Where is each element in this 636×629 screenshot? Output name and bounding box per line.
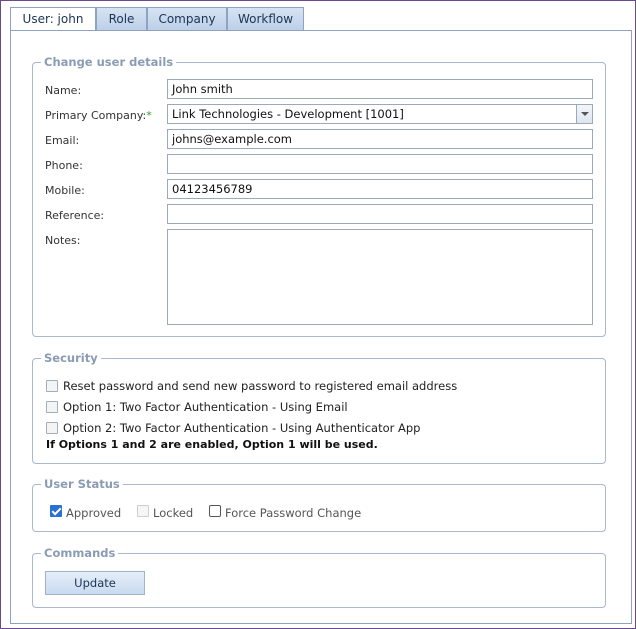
security-note: If Options 1 and 2 are enabled, Option 1…	[46, 438, 378, 451]
notes-label: Notes:	[45, 234, 81, 247]
force-password-change-checkbox[interactable]	[209, 505, 221, 517]
option1-2fa-email-checkbox[interactable]	[46, 401, 58, 413]
force-password-change-label: Force Password Change	[225, 506, 362, 520]
user-status-group: User Status	[32, 477, 606, 532]
option1-2fa-email-label: Option 1: Two Factor Authentication - Us…	[63, 400, 348, 414]
security-legend: Security	[44, 351, 98, 365]
tab-workflow[interactable]: Workflow	[227, 7, 304, 31]
email-label: Email:	[45, 134, 80, 147]
tab-company[interactable]: Company	[147, 7, 227, 31]
commands-legend: Commands	[44, 546, 116, 560]
reference-field[interactable]	[167, 204, 593, 224]
chevron-down-icon[interactable]	[576, 105, 592, 123]
option2-2fa-app-label: Option 2: Two Factor Authentication - Us…	[63, 421, 421, 435]
locked-label: Locked	[153, 506, 194, 520]
tab-user[interactable]: User: john	[10, 7, 96, 32]
company-label: Primary Company:*	[45, 109, 152, 122]
user-status-legend: User Status	[44, 477, 120, 491]
user-details-legend: Change user details	[44, 55, 174, 69]
reference-label: Reference:	[45, 209, 105, 222]
company-select[interactable]: Link Technologies - Development [1001]	[167, 104, 593, 124]
mobile-label: Mobile:	[45, 184, 85, 197]
window-frame: User: john Role Company Workflow Change …	[0, 0, 636, 629]
required-marker: *	[146, 109, 152, 122]
reset-password-label: Reset password and send new password to …	[63, 379, 458, 393]
name-field[interactable]: John smith	[167, 79, 593, 99]
email-field[interactable]: johns@example.com	[167, 129, 593, 149]
mobile-field[interactable]: 04123456789	[167, 179, 593, 199]
reset-password-checkbox[interactable]	[46, 380, 58, 392]
option2-2fa-app-checkbox[interactable]	[46, 422, 58, 434]
name-label: Name:	[45, 84, 82, 97]
locked-checkbox[interactable]	[137, 505, 149, 517]
approved-label: Approved	[66, 506, 122, 520]
phone-field[interactable]	[167, 154, 593, 174]
phone-label: Phone:	[45, 159, 83, 172]
tab-role[interactable]: Role	[96, 7, 147, 31]
approved-checkbox[interactable]	[50, 505, 62, 517]
tab-panel: Change user details Name: John smith Pri…	[10, 30, 632, 624]
notes-textarea[interactable]	[167, 229, 593, 325]
update-button[interactable]: Update	[45, 571, 145, 595]
company-select-value: Link Technologies - Development [1001]	[172, 107, 404, 121]
